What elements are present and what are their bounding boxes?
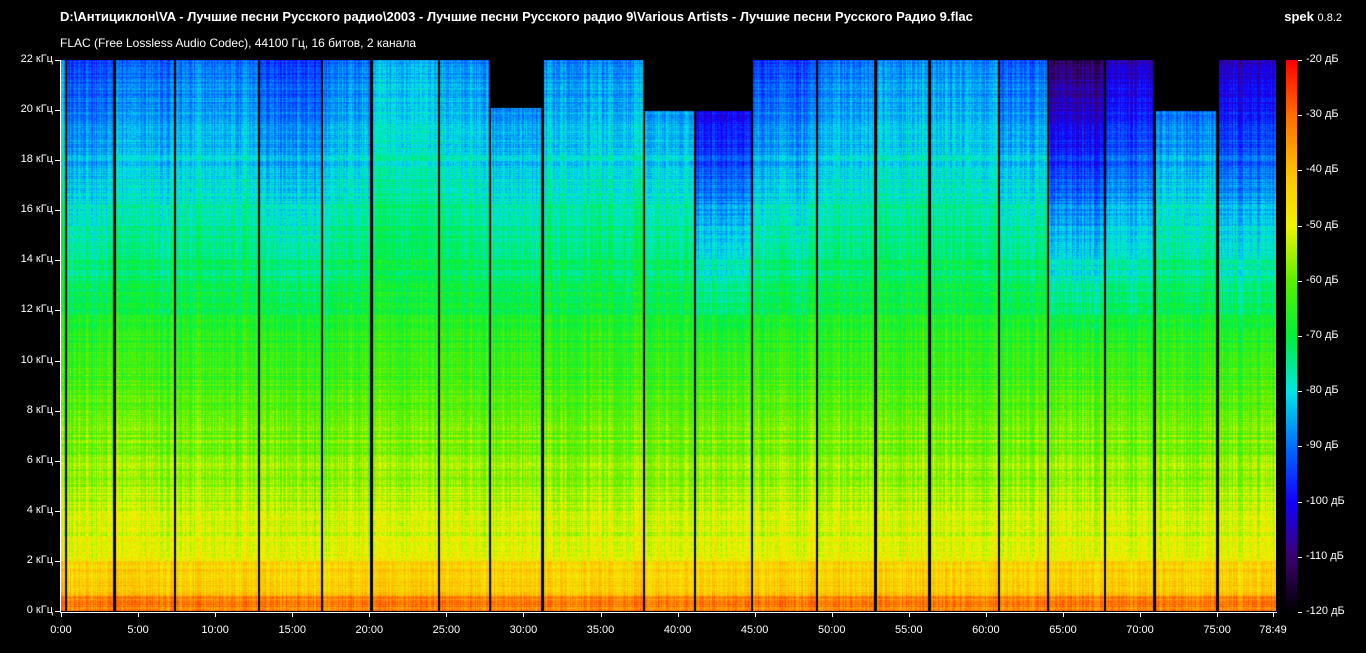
colorbar-label: -100 дБ bbox=[1306, 494, 1345, 507]
app-name: spek bbox=[1284, 9, 1314, 24]
colorbar-label: -110 дБ bbox=[1306, 549, 1344, 562]
colorbar bbox=[1286, 60, 1297, 612]
x-tick bbox=[831, 612, 833, 617]
x-tick bbox=[600, 612, 602, 617]
x-tick bbox=[1140, 612, 1142, 617]
colorbar-label: -20 дБ bbox=[1306, 53, 1339, 65]
y-tick-label: 14 кГц bbox=[20, 253, 53, 266]
x-tick bbox=[985, 612, 987, 617]
y-tick bbox=[55, 510, 60, 512]
colorbar-label: -50 дБ bbox=[1306, 218, 1339, 231]
y-tick-label: 8 кГц bbox=[26, 403, 53, 416]
y-tick-label: 2 кГц bbox=[26, 553, 53, 566]
colorbar-tick bbox=[1298, 60, 1302, 61]
x-tick-label: 15:00 bbox=[278, 624, 306, 636]
y-tick-label: 4 кГц bbox=[26, 503, 53, 516]
colorbar-tick bbox=[1298, 170, 1302, 172]
colorbar-label: -40 дБ bbox=[1306, 163, 1339, 176]
spectrogram bbox=[61, 60, 1276, 611]
x-tick bbox=[61, 612, 62, 617]
y-tick bbox=[55, 260, 60, 262]
y-tick bbox=[55, 611, 60, 612]
x-tick-label: 65:00 bbox=[1049, 624, 1077, 636]
y-tick bbox=[55, 410, 60, 412]
y-tick-label: 16 кГц bbox=[20, 203, 53, 216]
y-tick bbox=[55, 210, 60, 212]
x-tick-label: 78:49 bbox=[1259, 624, 1287, 636]
y-tick-label: 20 кГц bbox=[20, 103, 53, 116]
colorbar-label: -70 дБ bbox=[1306, 329, 1339, 341]
x-tick bbox=[1217, 612, 1219, 617]
colorbar-tick bbox=[1298, 225, 1302, 227]
colorbar-tick bbox=[1298, 280, 1302, 282]
colorbar-label: -80 дБ bbox=[1306, 384, 1339, 397]
x-tick bbox=[677, 612, 679, 617]
colorbar-tick bbox=[1298, 115, 1302, 117]
x-tick-label: 35:00 bbox=[586, 624, 615, 636]
x-tick bbox=[1062, 612, 1064, 617]
x-tick-label: 55:00 bbox=[895, 624, 923, 636]
colorbar-tick bbox=[1298, 391, 1302, 393]
x-tick-label: 45:00 bbox=[740, 624, 769, 636]
x-tick bbox=[908, 612, 910, 617]
y-tick bbox=[55, 160, 60, 162]
colorbar-tick bbox=[1298, 501, 1302, 503]
y-tick-label: 10 кГц bbox=[20, 353, 53, 366]
colorbar-tick bbox=[1298, 612, 1302, 613]
x-tick-label: 30:00 bbox=[509, 624, 538, 636]
colorbar-label: -90 дБ bbox=[1306, 439, 1339, 452]
x-tick-label: 70:00 bbox=[1126, 624, 1154, 636]
y-tick bbox=[55, 360, 60, 362]
y-tick-label: 22 кГц bbox=[20, 53, 53, 65]
y-tick bbox=[55, 560, 60, 562]
x-tick bbox=[292, 612, 294, 617]
y-tick-label: 6 кГц bbox=[26, 453, 53, 466]
x-tick bbox=[523, 612, 525, 617]
x-tick-label: 25:00 bbox=[432, 624, 461, 636]
x-tick bbox=[215, 612, 217, 617]
x-tick bbox=[369, 612, 371, 617]
x-tick-label: 20:00 bbox=[355, 624, 384, 636]
x-tick-label: 5:00 bbox=[127, 624, 149, 636]
app-version: 0.8.2 bbox=[1317, 12, 1342, 24]
colorbar-tick bbox=[1298, 556, 1302, 558]
format-info: FLAC (Free Lossless Audio Codec), 44100 … bbox=[60, 36, 416, 50]
x-tick-label: 0:00 bbox=[50, 624, 72, 636]
colorbar-tick bbox=[1298, 336, 1302, 337]
colorbar-label: -120 дБ bbox=[1306, 605, 1345, 617]
y-tick-label: 0 кГц bbox=[26, 604, 53, 616]
x-tick-label: 75:00 bbox=[1203, 624, 1231, 636]
x-tick bbox=[1273, 612, 1274, 617]
x-tick bbox=[446, 612, 448, 617]
y-tick-label: 12 кГц bbox=[20, 303, 53, 316]
x-tick-label: 10:00 bbox=[201, 624, 229, 636]
y-tick bbox=[55, 460, 60, 462]
y-tick-label: 18 кГц bbox=[20, 153, 53, 166]
colorbar-label: -30 дБ bbox=[1306, 108, 1339, 121]
y-tick bbox=[55, 310, 60, 312]
file-path-title: D:\Антициклон\VA - Лучшие песни Русского… bbox=[60, 9, 973, 24]
colorbar-label: -60 дБ bbox=[1306, 273, 1339, 286]
app-brand: spek 0.8.2 bbox=[1284, 9, 1342, 24]
x-tick-label: 50:00 bbox=[817, 624, 846, 636]
x-tick bbox=[754, 612, 756, 617]
y-tick bbox=[55, 60, 60, 61]
y-tick bbox=[55, 110, 60, 112]
x-tick-label: 40:00 bbox=[663, 624, 692, 636]
x-tick-label: 60:00 bbox=[972, 624, 1000, 636]
colorbar-tick bbox=[1298, 446, 1302, 448]
x-tick bbox=[138, 612, 140, 617]
